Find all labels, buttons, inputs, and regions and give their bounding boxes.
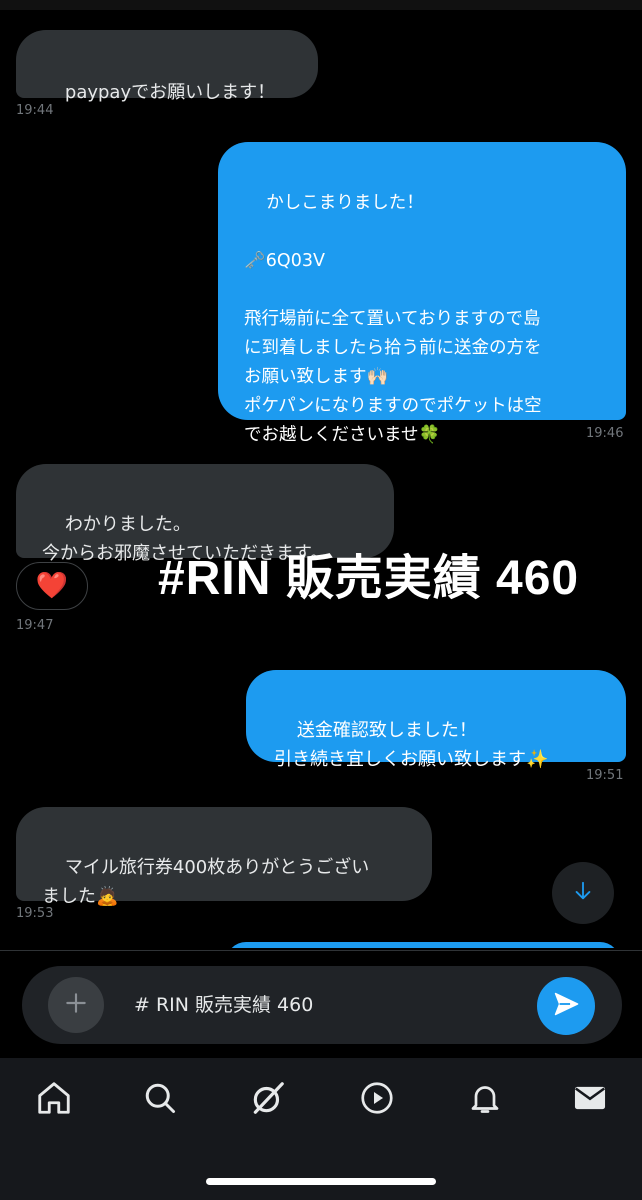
message-bubble-incoming[interactable]: マイル旅行券400枚ありがとうござい ました🙇 (16, 807, 432, 907)
message-bubble-outgoing[interactable]: かしこまりました！ 🗝️6Q03V 飛行場前に全て置いておりますので島 に到着し… (218, 142, 626, 445)
message-text: paypayでお願いします！ (64, 82, 276, 103)
message-time: 19:46 (586, 426, 624, 441)
nav-notifications[interactable] (463, 1078, 507, 1122)
scroll-to-bottom-button[interactable] (552, 862, 614, 924)
arrow-down-icon (572, 880, 594, 906)
nav-messages[interactable] (568, 1078, 612, 1122)
message-text: マイル旅行券400枚ありがとうござい ました🙇 (42, 857, 370, 907)
message-time: 19:53 (16, 906, 54, 921)
overlay-caption: #RIN 販売実績 460 (158, 552, 580, 605)
nav-grok[interactable] (246, 1078, 290, 1122)
plus-icon (63, 990, 89, 1020)
message-bubble-incoming[interactable]: paypayでお願いします！ (16, 30, 318, 103)
message-input-text[interactable]: # RIN 販売実績 460 (134, 990, 313, 1017)
home-icon (35, 1079, 73, 1121)
mail-icon (571, 1079, 609, 1121)
message-input[interactable] (22, 966, 622, 1044)
bell-icon (467, 1080, 503, 1120)
message-text: 送金確認致しました！ 引き続き宜しくお願い致します✨ (274, 720, 549, 770)
message-thread: paypayでお願いします！ 19:44 かしこまりました！ 🗝️6Q03V 飛… (0, 0, 642, 948)
nav-search[interactable] (138, 1078, 182, 1122)
message-bubble-outgoing-partial (226, 942, 620, 948)
nav-media[interactable] (355, 1078, 399, 1122)
reaction-badge[interactable]: ❤️ (16, 562, 88, 610)
message-time: 19:44 (16, 103, 54, 118)
message-bubble-outgoing[interactable]: 送金確認致しました！ 引き続き宜しくお願い致します✨ (246, 670, 626, 770)
grok-icon (249, 1079, 287, 1121)
message-time: 19:47 (16, 618, 54, 633)
message-time: 19:51 (586, 768, 624, 783)
send-button[interactable] (537, 977, 595, 1035)
top-divider (0, 0, 642, 10)
message-text: かしこまりました！ 🗝️6Q03V 飛行場前に全て置いておりますので島 に到着し… (244, 193, 542, 445)
add-attachment-button[interactable] (48, 977, 104, 1033)
send-icon (552, 990, 580, 1022)
home-indicator[interactable] (206, 1178, 436, 1185)
search-icon (142, 1080, 178, 1120)
play-icon (359, 1080, 395, 1120)
heart-reaction-icon: ❤️ (35, 571, 69, 601)
nav-home[interactable] (32, 1078, 76, 1122)
